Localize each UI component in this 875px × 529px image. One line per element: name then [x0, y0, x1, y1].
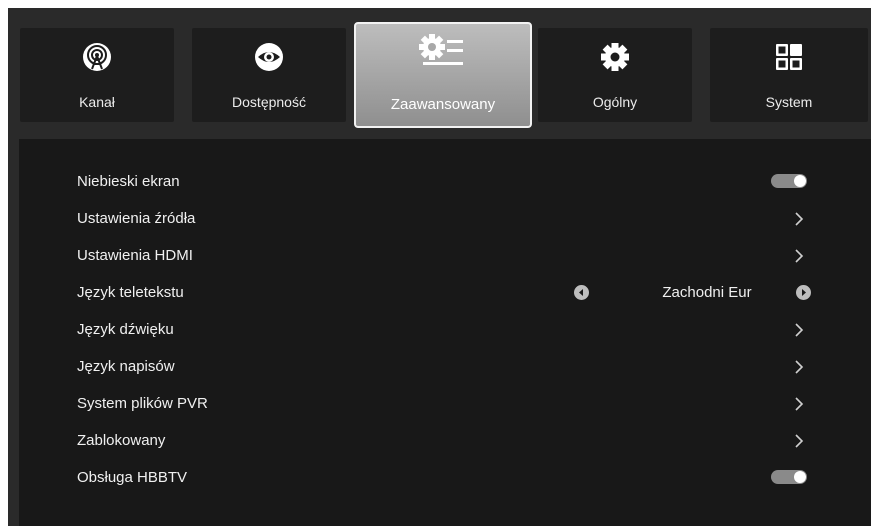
- tab-system[interactable]: System: [710, 28, 868, 122]
- setting-pvr-filesystem[interactable]: System plików PVR: [77, 385, 807, 422]
- setting-label: Język napisów: [77, 358, 175, 375]
- blue-screen-toggle[interactable]: [771, 174, 807, 188]
- advanced-settings-icon: [419, 34, 463, 65]
- setting-label: Język teletekstu: [77, 284, 184, 301]
- setting-hdmi-settings[interactable]: Ustawienia HDMI: [77, 237, 807, 274]
- antenna-icon: [83, 43, 111, 71]
- tab-zaawansowany[interactable]: Zaawansowany: [354, 22, 532, 128]
- setting-teletext-language[interactable]: Język teletekstu Zachodni Eur: [77, 274, 811, 311]
- setting-label: Język dźwięku: [77, 321, 174, 338]
- chevron-right-icon: [795, 360, 804, 374]
- setting-label: Ustawienia HDMI: [77, 247, 193, 264]
- teletext-language-value: Zachodni Eur: [662, 284, 752, 301]
- previous-option-button[interactable]: [574, 285, 589, 300]
- setting-label: Zablokowany: [77, 432, 166, 449]
- tab-label: Ogólny: [592, 94, 638, 110]
- gear-icon: [601, 43, 629, 71]
- settings-list: Niebieski ekran Ustawienia źródła Ustawi…: [19, 139, 871, 526]
- chevron-right-icon: [795, 212, 804, 226]
- tab-label: Kanał: [79, 94, 115, 110]
- arrow-left-icon: [579, 289, 583, 296]
- tab-label: System: [765, 94, 813, 110]
- arrow-right-icon: [802, 289, 806, 296]
- tab-kanal[interactable]: Kanał: [20, 28, 174, 122]
- setting-label: Ustawienia źródła: [77, 210, 196, 227]
- setting-locked[interactable]: Zablokowany: [77, 422, 807, 459]
- setting-audio-language[interactable]: Język dźwięku: [77, 311, 807, 348]
- system-grid-icon: [776, 44, 802, 70]
- tab-dostepnosc[interactable]: Dostępność: [192, 28, 346, 122]
- tab-label: Zaawansowany: [390, 96, 496, 113]
- setting-label: Niebieski ekran: [77, 173, 180, 190]
- eye-icon: [255, 43, 283, 71]
- tab-label: Dostępność: [232, 94, 306, 110]
- hbbtv-toggle[interactable]: [771, 470, 807, 484]
- next-option-button[interactable]: [796, 285, 811, 300]
- chevron-right-icon: [795, 434, 804, 448]
- settings-screen: Kanał Dostępność Zaawansowany Ogólny Sys…: [8, 8, 871, 526]
- setting-subtitle-language[interactable]: Język napisów: [77, 348, 807, 385]
- setting-source-settings[interactable]: Ustawienia źródła: [77, 200, 807, 237]
- setting-hbbtv-support[interactable]: Obsługa HBBTV: [77, 459, 807, 496]
- tab-ogolny[interactable]: Ogólny: [538, 28, 692, 122]
- chevron-right-icon: [795, 397, 804, 411]
- chevron-right-icon: [795, 323, 804, 337]
- setting-label: Obsługa HBBTV: [77, 469, 188, 486]
- chevron-right-icon: [795, 249, 804, 263]
- setting-blue-screen[interactable]: Niebieski ekran: [77, 163, 807, 200]
- setting-label: System plików PVR: [77, 395, 208, 412]
